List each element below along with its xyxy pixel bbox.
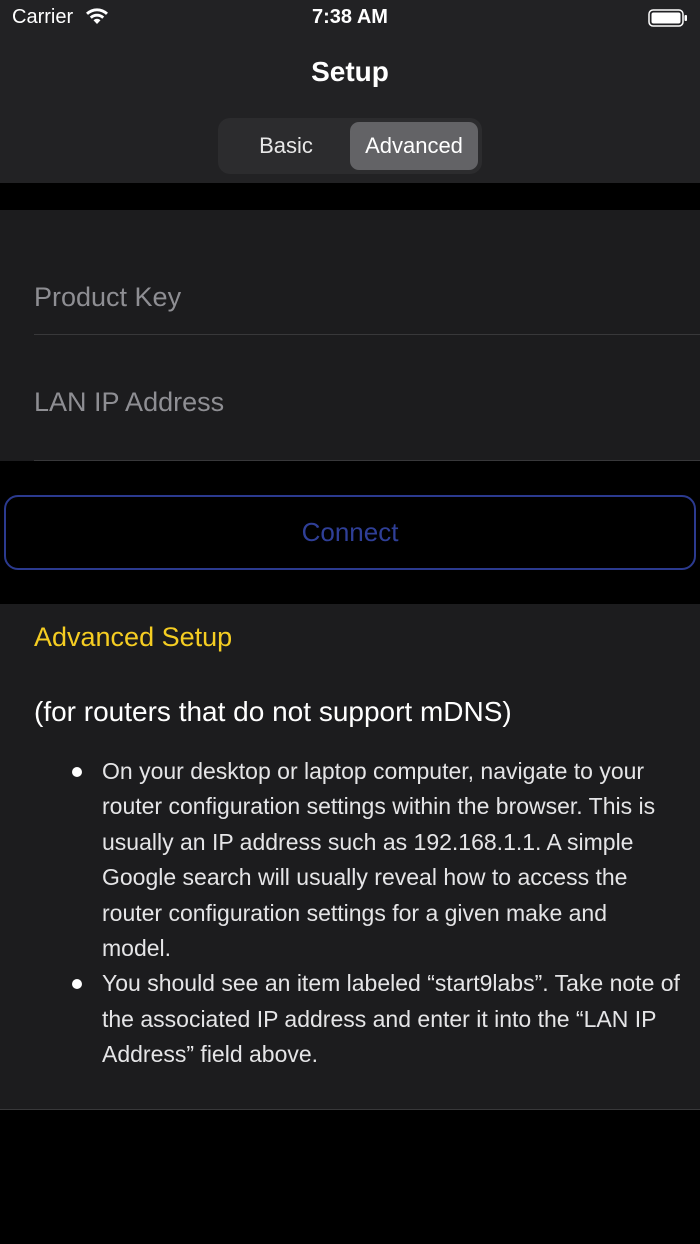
bullet-icon bbox=[72, 767, 82, 777]
lan-ip-field bbox=[34, 335, 700, 461]
instructions-list: On your desktop or laptop computer, navi… bbox=[70, 754, 680, 1073]
product-key-input[interactable] bbox=[34, 271, 700, 313]
nav-header: Setup Basic Advanced bbox=[0, 40, 700, 183]
clock: 7:38 AM bbox=[312, 6, 388, 28]
advanced-setup-info: Advanced Setup (for routers that do not … bbox=[0, 604, 700, 1110]
battery-icon bbox=[648, 9, 687, 27]
lan-ip-input[interactable] bbox=[34, 377, 700, 418]
setup-form bbox=[0, 210, 700, 461]
bullet-icon bbox=[72, 979, 82, 990]
list-item: You should see an item labeled “start9la… bbox=[70, 966, 680, 1072]
page-title: Setup bbox=[311, 56, 389, 87]
segment-advanced[interactable]: Advanced bbox=[350, 122, 478, 170]
info-title: Advanced Setup bbox=[34, 622, 233, 652]
segment-basic[interactable]: Basic bbox=[222, 122, 350, 170]
connect-button[interactable]: Connect bbox=[4, 495, 696, 570]
info-subtitle: (for routers that do not support mDNS) bbox=[34, 696, 512, 727]
list-item: On your desktop or laptop computer, navi… bbox=[70, 754, 680, 966]
instruction-text: On your desktop or laptop computer, navi… bbox=[102, 758, 656, 962]
setup-mode-segmented-control: Basic Advanced bbox=[218, 118, 482, 174]
status-bar: Carrier 7:38 AM bbox=[0, 0, 700, 40]
product-key-field bbox=[34, 210, 700, 335]
instruction-text: You should see an item labeled “start9la… bbox=[102, 970, 680, 1068]
setup-screen: Carrier 7:38 AM Setup Basic Advanced Con… bbox=[0, 0, 700, 1244]
